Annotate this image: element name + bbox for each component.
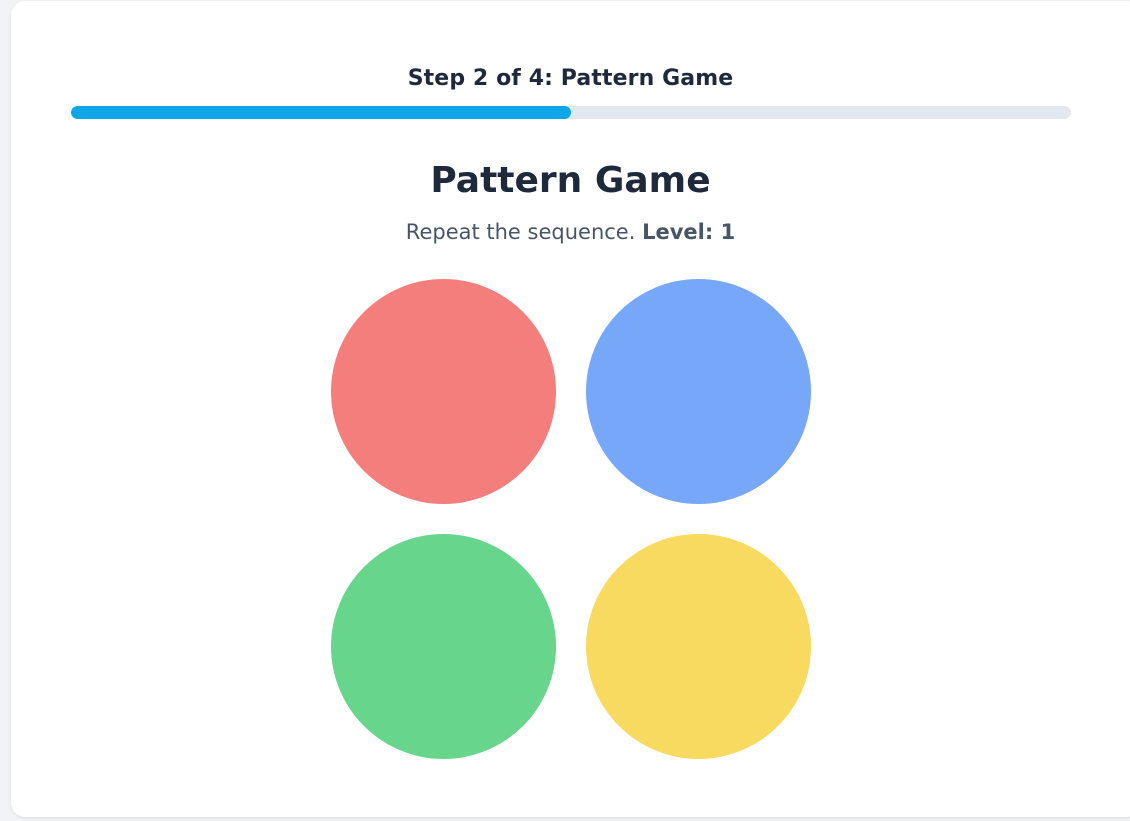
blue-pad[interactable]	[586, 279, 811, 504]
progress-bar-fill	[71, 106, 571, 119]
green-pad[interactable]	[331, 534, 556, 759]
instructions-text: Repeat the sequence.	[405, 220, 636, 244]
game-instructions: Repeat the sequence. Level: 1	[11, 218, 1130, 246]
red-pad[interactable]	[331, 279, 556, 504]
level-indicator: Level: 1	[642, 220, 735, 244]
level-value: 1	[720, 220, 736, 244]
game-card: Step 2 of 4: Pattern Game Pattern Game R…	[11, 1, 1130, 817]
progress-bar	[71, 106, 1071, 119]
game-title: Pattern Game	[430, 160, 711, 201]
yellow-pad[interactable]	[586, 534, 811, 759]
step-indicator: Step 2 of 4: Pattern Game	[407, 66, 734, 91]
level-label: Level:	[642, 220, 714, 244]
